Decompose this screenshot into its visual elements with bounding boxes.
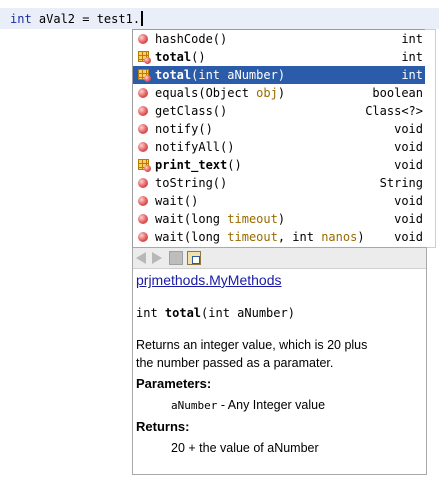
item-return-type: void — [394, 230, 423, 244]
item-param-name: obj — [256, 86, 278, 100]
item-param-name: timeout — [227, 212, 278, 226]
class-method-icon — [138, 51, 151, 64]
open-in-browser-icon[interactable] — [169, 251, 183, 265]
completion-item-equals[interactable]: equals(Object obj) boolean — [133, 84, 426, 102]
item-params: ) — [277, 86, 286, 100]
code-keyword: int — [10, 12, 32, 26]
description-line: the number passed as a paramater. — [136, 356, 334, 370]
item-name: notifyAll — [155, 140, 221, 154]
item-param-name: timeout — [227, 230, 278, 244]
javadoc-popup[interactable]: prjmethods.MyMethods int total(int aNumb… — [132, 247, 427, 475]
item-name: equals — [155, 86, 199, 100]
item-params: () — [212, 32, 228, 46]
method-icon — [138, 214, 148, 224]
item-params: (long — [183, 230, 228, 244]
item-name: total — [155, 68, 192, 82]
class-method-icon — [138, 159, 151, 172]
item-return-type: int — [401, 50, 423, 64]
item-params: , int — [277, 230, 322, 244]
popup-scrollbar[interactable] — [425, 29, 436, 248]
class-method-icon — [138, 69, 151, 82]
editor-current-line[interactable]: int aVal2 = test1. — [0, 8, 439, 29]
method-icon — [138, 142, 148, 152]
item-params: () — [198, 122, 213, 136]
parameters-heading: Parameters: — [136, 376, 212, 391]
returns-heading: Returns: — [136, 419, 190, 434]
param-desc: - Any Integer value — [217, 398, 326, 412]
item-name: toString — [155, 176, 213, 190]
item-params: () — [220, 140, 235, 154]
description-line: Returns an integer value, which is 20 pl… — [136, 338, 368, 352]
completion-item-print-text[interactable]: print_text() void — [133, 156, 426, 174]
completion-item-notify[interactable]: notify() void — [133, 120, 426, 138]
method-icon — [138, 196, 148, 206]
item-param-name: nanos — [321, 230, 358, 244]
item-return-type: void — [394, 212, 423, 226]
completion-item-total[interactable]: total() int — [133, 48, 426, 66]
item-return-type: int — [401, 68, 423, 82]
item-return-type: int — [401, 32, 423, 46]
javadoc-toolbar — [133, 248, 426, 269]
item-params: () — [212, 104, 228, 118]
javadoc-description: Returns an integer value, which is 20 pl… — [136, 336, 421, 372]
item-params: (long — [183, 212, 228, 226]
item-params: () — [183, 194, 199, 208]
item-return-type: boolean — [372, 86, 423, 100]
completion-item-wait-long[interactable]: wait(long timeout) void — [133, 210, 426, 228]
code-completion-popup[interactable]: hashCode() int total() int total(int aNu… — [132, 29, 427, 248]
item-name: wait — [155, 194, 184, 208]
completion-item-getclass[interactable]: getClass() Class<?> — [133, 102, 426, 120]
item-return-type: void — [394, 194, 423, 208]
item-params: () — [212, 176, 228, 190]
javadoc-class-link[interactable]: prjmethods.MyMethods — [136, 272, 282, 288]
item-return-type: void — [394, 140, 423, 154]
item-return-type: Class<?> — [365, 104, 423, 118]
item-params: (int aNumber) — [191, 68, 286, 82]
item-return-type: void — [394, 122, 423, 136]
editor-code[interactable]: int aVal2 = test1. — [10, 11, 144, 26]
code-text: aVal2 = test1. — [31, 12, 141, 26]
item-params: ) — [357, 230, 365, 244]
forward-arrow-icon[interactable] — [152, 252, 162, 264]
method-icon — [138, 34, 148, 44]
completion-item-wait-long-int[interactable]: wait(long timeout, int nanos) void — [133, 228, 426, 246]
sig-method-name: total — [164, 306, 202, 320]
sig-type: int — [136, 306, 165, 320]
item-name: getClass — [155, 104, 213, 118]
item-name: notify — [155, 122, 199, 136]
method-icon — [138, 106, 148, 116]
item-params: ) — [277, 212, 286, 226]
item-return-type: void — [394, 158, 423, 172]
item-params: () — [191, 50, 206, 64]
method-icon — [138, 178, 148, 188]
completion-item-total-int[interactable]: total(int aNumber) int — [133, 66, 426, 84]
back-arrow-icon[interactable] — [136, 252, 146, 264]
item-name: total — [155, 50, 192, 64]
go-to-source-icon[interactable] — [187, 251, 201, 265]
method-icon — [138, 124, 148, 134]
method-icon — [138, 88, 148, 98]
item-params: () — [227, 158, 242, 172]
method-icon — [138, 232, 148, 242]
item-name: hashCode — [155, 32, 213, 46]
parameter-entry: aNumber - Any Integer value — [171, 398, 325, 412]
sig-params: (int aNumber) — [201, 306, 295, 320]
param-name: aNumber — [171, 399, 218, 412]
item-return-type: String — [379, 176, 423, 190]
text-caret — [141, 11, 144, 26]
item-params: (Object — [198, 86, 257, 100]
javadoc-signature: int total(int aNumber) — [136, 306, 295, 320]
completion-item-hashcode[interactable]: hashCode() int — [133, 30, 426, 48]
completion-item-tostring[interactable]: toString() String — [133, 174, 426, 192]
item-name: wait — [155, 212, 184, 226]
item-name: print_text — [155, 158, 228, 172]
completion-item-wait[interactable]: wait() void — [133, 192, 426, 210]
returns-description: 20 + the value of aNumber — [171, 441, 319, 455]
item-name: wait — [155, 230, 184, 244]
completion-item-notifyall[interactable]: notifyAll() void — [133, 138, 426, 156]
